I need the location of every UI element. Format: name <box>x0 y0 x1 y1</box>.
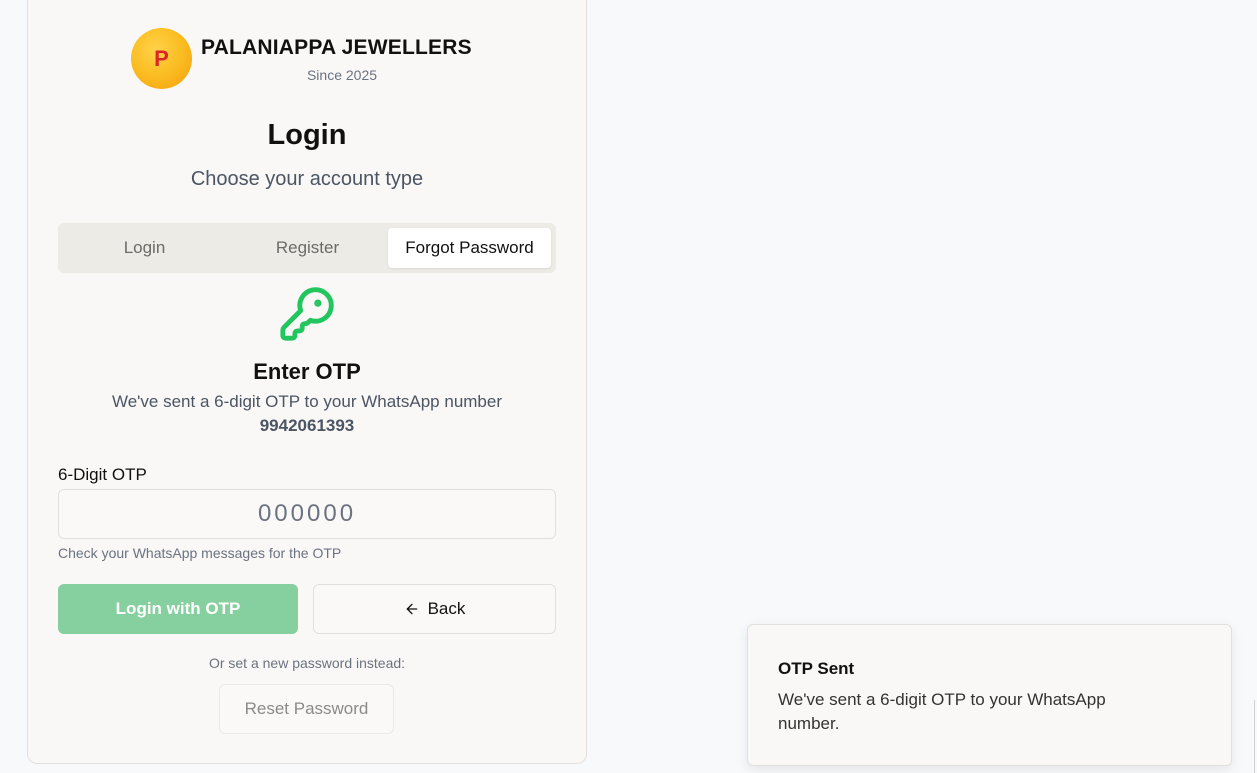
page-title: Login <box>267 119 347 151</box>
tab-register[interactable]: Register <box>226 228 389 268</box>
toast-message: We've sent a 6-digit OTP to your WhatsAp… <box>778 690 1106 733</box>
brand-logo: P <box>131 28 192 89</box>
otp-phone-number: 9942061393 <box>259 416 355 435</box>
otp-heading: Enter OTP <box>253 359 361 384</box>
brand-name: PALANIAPPA JEWELLERS <box>201 36 472 59</box>
otp-hint: Check your WhatsApp messages for the OTP <box>58 545 342 561</box>
otp-field-label: 6-Digit OTP <box>58 465 147 484</box>
brand-header: P PALANIAPPA JEWELLERS Since 2025 <box>131 28 511 90</box>
login-card: P PALANIAPPA JEWELLERS Since 2025 Login … <box>27 0 587 764</box>
otp-input[interactable] <box>58 489 556 539</box>
tab-login[interactable]: Login <box>63 228 226 268</box>
page-subtitle: Choose your account type <box>190 168 424 190</box>
tab-forgot-password[interactable]: Forgot Password <box>388 228 551 268</box>
key-icon <box>280 287 334 341</box>
otp-description: We've sent a 6-digit OTP to your WhatsAp… <box>111 392 503 411</box>
back-button-label: Back <box>427 599 466 618</box>
arrow-left-icon <box>406 603 417 615</box>
brand-since: Since 2025 <box>306 67 378 83</box>
account-type-tabs: Login Register Forgot Password <box>58 223 556 273</box>
reset-password-button[interactable]: Reset Password <box>219 684 394 734</box>
toast-notification[interactable]: OTP Sent We've sent a 6-digit OTP to you… <box>747 624 1232 766</box>
login-with-otp-button[interactable]: Login with OTP <box>58 584 298 634</box>
toast-title: OTP Sent <box>778 659 855 678</box>
brand-logo-letter: P <box>154 45 169 71</box>
alt-option-text: Or set a new password instead: <box>208 655 406 671</box>
back-button[interactable]: Back <box>313 584 556 634</box>
window-edge-divider <box>1254 700 1255 773</box>
